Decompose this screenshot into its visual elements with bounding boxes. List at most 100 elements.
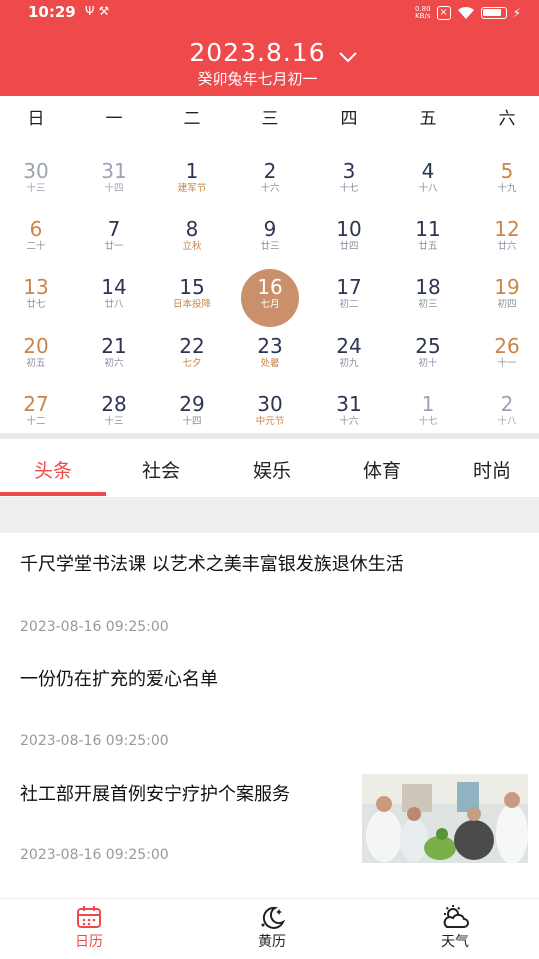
calendar-day[interactable]: 12 廿六	[472, 215, 539, 271]
lunar-day: 七月	[260, 299, 280, 310]
calendar-day[interactable]: 9 廿三	[235, 215, 305, 271]
gray-band	[0, 497, 539, 533]
calendar-day[interactable]: 8 立秋	[157, 215, 227, 271]
day-number: 2	[263, 159, 277, 183]
news-item[interactable]: 一份仍在扩充的爱心名单 2023-08-16 09:25:00	[20, 668, 520, 758]
lunar-day: 十一	[497, 358, 517, 369]
calendar-day[interactable]: 5 十九	[472, 157, 539, 213]
charging-icon: ⚡	[512, 6, 521, 20]
day-number: 12	[494, 217, 520, 241]
nav-weather[interactable]: 天气	[415, 905, 495, 951]
day-number: 22	[179, 334, 205, 358]
news-title: 一份仍在扩充的爱心名单	[20, 669, 218, 690]
day-number: 29	[179, 392, 205, 416]
calendar-day[interactable]: 19 初四	[472, 273, 539, 329]
calendar-day[interactable]: 30 十三	[1, 157, 71, 213]
tab-society[interactable]: 社会	[111, 456, 211, 483]
news-item[interactable]: 社工部开展首例安宁疗护个案服务 2023-08-16 09:25:00	[20, 783, 350, 873]
bottom-navigation: 日历 黄历 天气	[0, 898, 539, 959]
news-tabs: 头条 社会 娱乐 体育 时尚	[0, 446, 539, 496]
nav-almanac[interactable]: 黄历	[232, 905, 312, 951]
lunar-day: 十八	[497, 416, 517, 427]
calendar-day[interactable]: 22 七夕	[157, 332, 227, 388]
lunar-day: 廿三	[260, 241, 280, 252]
lunar-day: 初六	[104, 358, 124, 369]
calendar-day[interactable]: 14 廿八	[79, 273, 149, 329]
lunar-day: 立秋	[182, 241, 202, 252]
calendar-day[interactable]: 15 日本投降	[157, 273, 227, 329]
calendar-day[interactable]: 2 十六	[235, 157, 305, 213]
weekday-header: 日 一 二 三 四 五 六	[0, 104, 539, 132]
day-number: 14	[101, 275, 127, 299]
lunar-day: 初四	[497, 299, 517, 310]
selected-date[interactable]: 2023.8.16	[0, 38, 515, 67]
active-tab-indicator	[0, 492, 106, 496]
day-number: 2	[500, 392, 514, 416]
lunar-day: 十七	[418, 416, 438, 427]
lunar-day: 建军节	[177, 183, 207, 194]
weekday-wed: 三	[261, 109, 279, 129]
calendar-day-selected[interactable]: 16 七月	[235, 269, 305, 329]
calendar-day[interactable]: 31 十四	[79, 157, 149, 213]
calendar-day[interactable]: 24 初九	[314, 332, 384, 388]
lunar-day: 十六	[260, 183, 280, 194]
chevron-down-icon[interactable]	[337, 50, 359, 64]
lunar-day: 初九	[339, 358, 359, 369]
calendar-day[interactable]: 18 初三	[393, 273, 463, 329]
tab-sports[interactable]: 体育	[332, 456, 432, 483]
news-title: 千尺学堂书法课 以艺术之美丰富银发族退休生活	[20, 554, 404, 575]
calendar-day[interactable]: 25 初十	[393, 332, 463, 388]
day-number: 5	[500, 159, 514, 183]
day-number: 27	[23, 392, 49, 416]
calendar-day[interactable]: 3 十七	[314, 157, 384, 213]
calendar-day[interactable]: 26 十一	[472, 332, 539, 388]
day-number: 19	[494, 275, 520, 299]
day-number: 3	[342, 159, 356, 183]
day-number: 21	[101, 334, 127, 358]
lunar-day: 二十	[26, 241, 46, 252]
lunar-day: 十四	[182, 416, 202, 427]
news-time: 2023-08-16 09:25:00	[20, 733, 169, 749]
day-number: 4	[421, 159, 435, 183]
day-number: 15	[179, 275, 205, 299]
header-bar: 10:29 Ψ⚒ 0.80 KB/s × ⚡ 2023.8.16 癸卯兔年七月初…	[0, 0, 539, 96]
lunar-day: 中元节	[255, 416, 285, 427]
day-number: 16	[257, 275, 283, 299]
weekday-sat: 六	[498, 109, 516, 129]
news-title: 社工部开展首例安宁疗护个案服务	[20, 784, 290, 805]
day-number: 13	[23, 275, 49, 299]
calendar-day[interactable]: 23 处暑	[235, 332, 305, 388]
calendar-day[interactable]: 1 建军节	[157, 157, 227, 213]
day-number: 11	[415, 217, 441, 241]
calendar-day[interactable]: 10 廿四	[314, 215, 384, 271]
calendar-day[interactable]: 21 初六	[79, 332, 149, 388]
calendar-day[interactable]: 7 廿一	[79, 215, 149, 271]
nav-calendar[interactable]: 日历	[49, 905, 129, 951]
lunar-day: 廿六	[497, 241, 517, 252]
calendar-day[interactable]: 4 十八	[393, 157, 463, 213]
day-number: 26	[494, 334, 520, 358]
calendar-day[interactable]: 6 二十	[1, 215, 71, 271]
lunar-day: 十八	[418, 183, 438, 194]
day-number: 1	[421, 392, 435, 416]
calendar-day[interactable]: 20 初五	[1, 332, 71, 388]
lunar-day: 十九	[497, 183, 517, 194]
calendar-day[interactable]: 13 廿七	[1, 273, 71, 329]
tab-fashion[interactable]: 时尚	[442, 456, 539, 483]
news-thumbnail[interactable]	[362, 774, 528, 863]
lunar-day: 十三	[104, 416, 124, 427]
calendar-day[interactable]: 11 廿五	[393, 215, 463, 271]
net-speed: 0.80 KB/s	[414, 5, 431, 20]
nav-weather-label: 天气	[441, 934, 469, 950]
status-bar: 10:29 Ψ⚒ 0.80 KB/s × ⚡	[0, 0, 539, 26]
lunar-day: 廿七	[26, 299, 46, 310]
lunar-day: 十六	[339, 416, 359, 427]
tab-headlines[interactable]: 头条	[3, 456, 103, 483]
lunar-day: 初三	[418, 299, 438, 310]
tab-entertainment[interactable]: 娱乐	[222, 456, 322, 483]
news-item[interactable]: 千尺学堂书法课 以艺术之美丰富银发族退休生活 2023-08-16 09:25:…	[20, 553, 520, 643]
status-time: 10:29	[28, 3, 76, 21]
calendar-day[interactable]: 17 初二	[314, 273, 384, 329]
day-number: 20	[23, 334, 49, 358]
lunar-day: 十三	[26, 183, 46, 194]
